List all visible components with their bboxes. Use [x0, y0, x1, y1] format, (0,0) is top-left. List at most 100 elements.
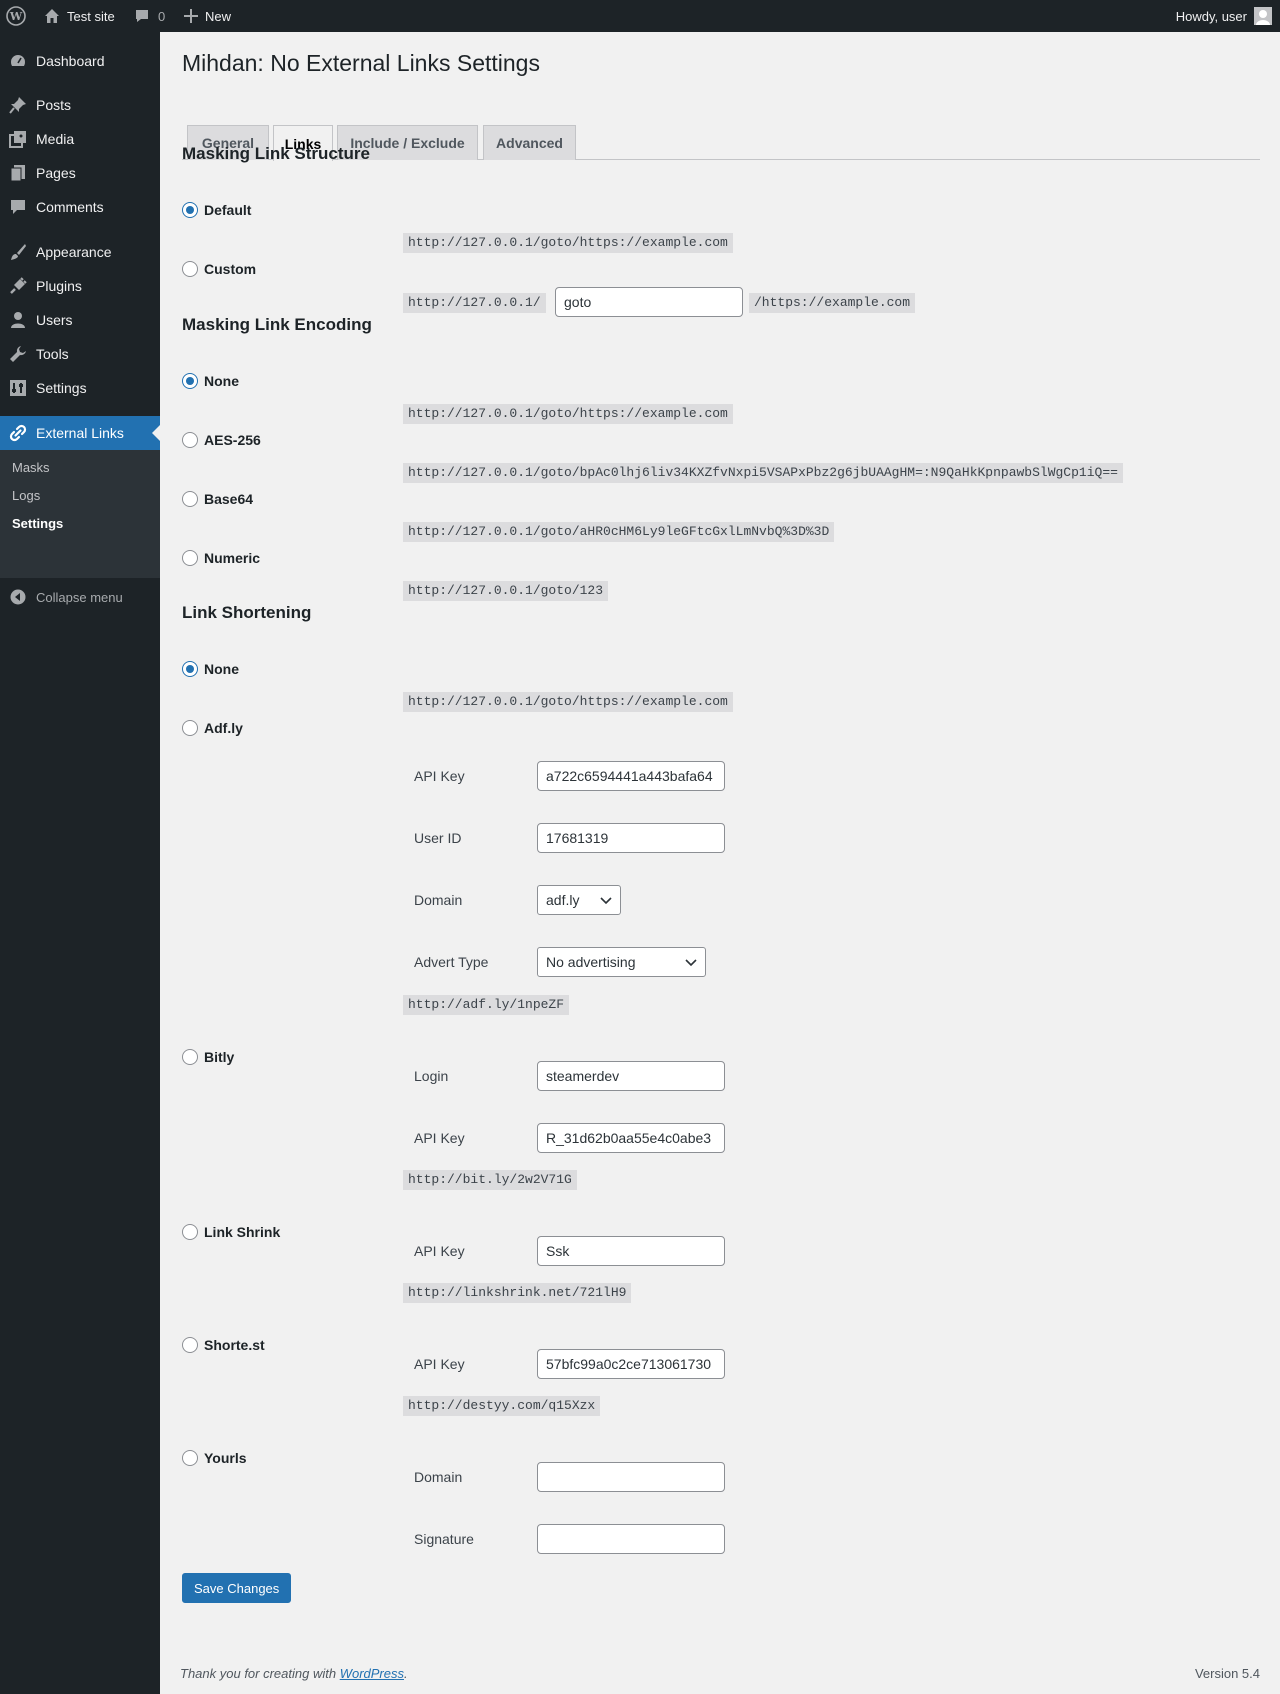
sidebar-item-label: Settings [36, 380, 87, 396]
option-label: Link Shrink [204, 1224, 281, 1240]
svg-text:W: W [9, 10, 23, 23]
shortening-none-radio[interactable] [182, 661, 198, 677]
wordpress-logo-icon[interactable]: W [6, 0, 26, 32]
shortening-linkshrink-option[interactable]: Link Shrink [182, 1222, 280, 1242]
tab-advanced[interactable]: Advanced [483, 125, 576, 160]
adfly-api-key-label: API Key [414, 768, 465, 784]
admin-sidebar: Dashboard Posts Media Pages Comments App… [0, 32, 160, 1694]
sidebar-item-label: Plugins [36, 278, 82, 294]
comments-count: 0 [158, 8, 166, 24]
submenu-item-masks[interactable]: Masks [12, 460, 50, 475]
link-icon [9, 424, 27, 442]
sidebar-item-label: Dashboard [36, 53, 105, 69]
avatar [1254, 7, 1272, 25]
site-name-link[interactable]: Test site [44, 0, 115, 32]
shortest-api-key-input[interactable]: 57bfc99a0c2ce713061730 [537, 1349, 725, 1379]
structure-default-radio[interactable] [182, 202, 198, 218]
structure-default-option[interactable]: Default [182, 200, 251, 220]
option-label: Bitly [204, 1049, 235, 1065]
sidebar-item-posts[interactable]: Posts [0, 88, 160, 122]
sidebar-item-label: Comments [36, 199, 104, 215]
sidebar-item-comments[interactable]: Comments [0, 190, 160, 224]
encoding-aes-option[interactable]: AES-256 [182, 430, 261, 450]
comment-icon [11, 200, 25, 214]
media-icon [9, 131, 26, 148]
sidebar-item-appearance[interactable]: Appearance [0, 235, 160, 269]
encoding-numeric-radio[interactable] [182, 550, 198, 566]
shortening-adfly-radio[interactable] [182, 720, 198, 736]
encoding-aes-radio[interactable] [182, 432, 198, 448]
custom-slug-input[interactable]: goto [555, 287, 743, 317]
shortening-adfly-option[interactable]: Adf.ly [182, 718, 243, 738]
linkshrink-example: http://linkshrink.net/721lH9 [403, 1283, 632, 1303]
encoding-base64-radio[interactable] [182, 491, 198, 507]
comments-link[interactable]: 0 [134, 0, 165, 32]
structure-custom-option[interactable]: Custom [182, 259, 256, 279]
brush-icon [11, 244, 26, 260]
yourls-signature-input[interactable] [537, 1524, 725, 1554]
shortening-shortest-option[interactable]: Shorte.st [182, 1335, 265, 1355]
save-changes-button[interactable]: Save Changes [182, 1573, 292, 1603]
structure-heading: Masking Link Structure [182, 144, 370, 163]
wordpress-link[interactable]: WordPress [340, 1666, 404, 1681]
encoding-none-radio[interactable] [182, 373, 198, 389]
shortening-none-option[interactable]: None [182, 659, 239, 679]
shortening-yourls-option[interactable]: Yourls [182, 1448, 247, 1468]
encoding-base64-option[interactable]: Base64 [182, 489, 253, 509]
yourls-domain-input[interactable] [537, 1462, 725, 1492]
bitly-api-key-input[interactable]: R_31d62b0aa55e4c0abe3 [537, 1123, 725, 1153]
howdy-text: Howdy, user [1175, 8, 1247, 24]
sidebar-item-dashboard[interactable]: Dashboard [0, 44, 160, 78]
new-content-link[interactable]: New [184, 0, 231, 32]
shortest-example: http://destyy.com/q15Xzx [403, 1396, 601, 1416]
linkshrink-api-key-label: API Key [414, 1243, 465, 1259]
option-label: Numeric [204, 550, 261, 566]
bitly-login-input[interactable]: steamerdev [537, 1061, 725, 1091]
shortest-api-key-label: API Key [414, 1356, 465, 1372]
custom-prefix: http://127.0.0.1/ [403, 293, 546, 313]
sidebar-item-label: Users [36, 312, 73, 328]
dashboard-icon [10, 55, 26, 66]
bitly-example: http://bit.ly/2w2V71G [403, 1170, 577, 1190]
plug-icon [10, 277, 27, 294]
submenu-item-logs[interactable]: Logs [12, 488, 40, 503]
submenu-item-settings[interactable]: Settings [12, 516, 63, 531]
option-label: Shorte.st [204, 1337, 265, 1353]
encoding-aes-example: http://127.0.0.1/goto/bpAc0lhj6liv34KXZf… [403, 463, 1123, 483]
structure-custom-radio[interactable] [182, 261, 198, 277]
custom-suffix: /https://example.com [749, 293, 916, 313]
shortening-yourls-radio[interactable] [182, 1450, 198, 1466]
footer-thanks-prefix: Thank you for creating with [180, 1666, 340, 1681]
adfly-advert-type-label: Advert Type [414, 954, 489, 970]
sidebar-item-label: Posts [36, 97, 72, 113]
collapse-menu-button[interactable]: Collapse menu [0, 584, 160, 610]
sidebar-item-tools[interactable]: Tools [0, 337, 160, 371]
shortening-linkshrink-radio[interactable] [182, 1224, 198, 1240]
bitly-login-label: Login [414, 1068, 449, 1084]
option-label: None [204, 661, 239, 677]
sidebar-item-plugins[interactable]: Plugins [0, 269, 160, 303]
linkshrink-api-key-input[interactable]: Ssk [537, 1236, 725, 1266]
settings-icon [10, 380, 26, 396]
shortening-bitly-option[interactable]: Bitly [182, 1047, 234, 1067]
sidebar-item-pages[interactable]: Pages [0, 156, 160, 190]
option-label: Adf.ly [204, 720, 243, 736]
new-label: New [205, 8, 232, 24]
plus-icon [184, 9, 198, 23]
sidebar-item-settings[interactable]: Settings [0, 371, 160, 405]
shortening-none-example: http://127.0.0.1/goto/https://example.co… [403, 692, 733, 712]
my-account-link[interactable]: Howdy, user [1176, 0, 1272, 32]
adfly-user-id-input[interactable]: 17681319 [537, 823, 725, 853]
adfly-api-key-input[interactable]: a722c6594441a443bafa64 [537, 761, 725, 791]
select-value: No advertising [546, 954, 636, 970]
adfly-advert-type-select[interactable]: No advertising [537, 947, 706, 977]
encoding-none-option[interactable]: None [182, 371, 239, 391]
shortening-bitly-radio[interactable] [182, 1049, 198, 1065]
shortening-shortest-radio[interactable] [182, 1337, 198, 1353]
sidebar-item-users[interactable]: Users [0, 303, 160, 337]
sidebar-item-external-links[interactable]: External Links [0, 416, 160, 450]
shortening-heading: Link Shortening [182, 603, 312, 622]
adfly-domain-select[interactable]: adf.ly [537, 885, 621, 915]
encoding-numeric-option[interactable]: Numeric [182, 548, 260, 568]
sidebar-item-media[interactable]: Media [0, 122, 160, 156]
